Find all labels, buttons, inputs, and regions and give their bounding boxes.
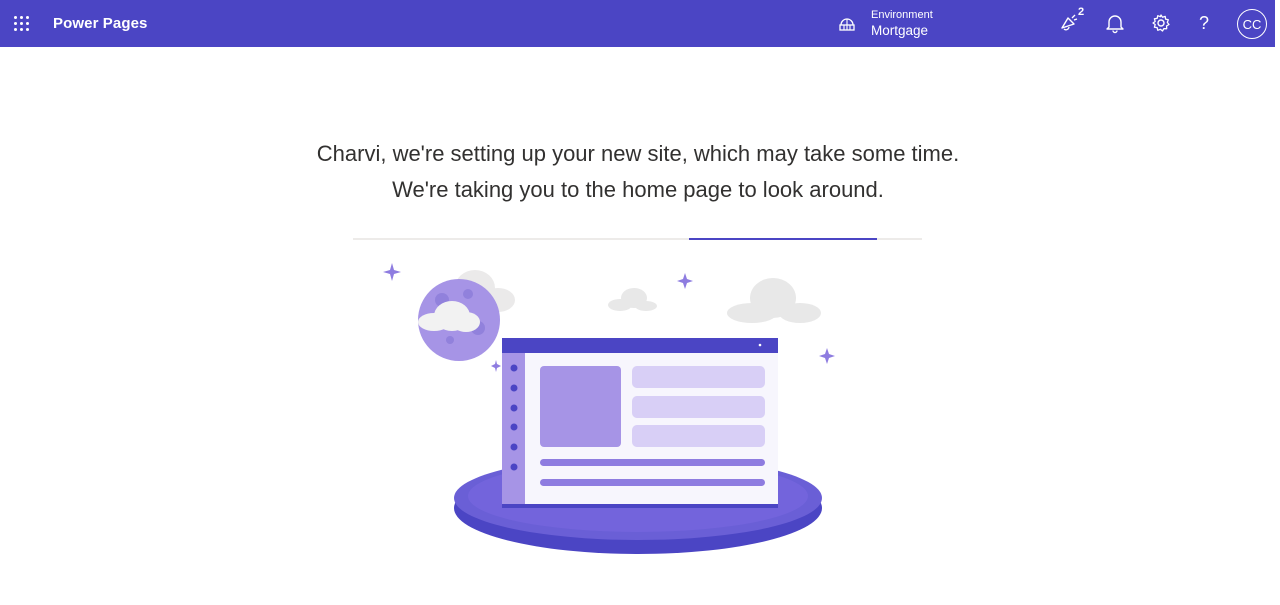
app-launcher-icon[interactable]	[14, 16, 30, 32]
user-avatar[interactable]: CC	[1237, 9, 1267, 39]
whats-new-icon[interactable]	[1058, 12, 1080, 34]
setup-message: Charvi, we're setting up your new site, …	[0, 136, 1276, 208]
browser-window-icon	[502, 338, 778, 508]
sparkle-icon	[819, 348, 835, 364]
moon-icon	[418, 279, 500, 361]
environment-name: Mortgage	[871, 23, 929, 39]
setup-message-line-2: We're taking you to the home page to loo…	[392, 177, 884, 202]
environment-switcher[interactable]: Environment Mortgage	[838, 5, 933, 43]
cloud-icon	[727, 278, 821, 323]
cloud-icon	[608, 288, 657, 311]
help-icon[interactable]: ?	[1199, 13, 1209, 34]
top-bar: Power Pages Environment Mortgage 2 ? CC	[0, 0, 1280, 47]
environment-icon	[839, 18, 855, 31]
sparkle-icon	[383, 263, 401, 281]
notification-count-badge: 2	[1078, 6, 1085, 18]
environment-label: Environment	[871, 9, 933, 22]
site-setup-illustration	[383, 263, 835, 554]
sparkle-icon	[677, 273, 693, 289]
sparkle-icon	[491, 360, 501, 372]
setup-message-line-1: Charvi, we're setting up your new site, …	[316, 141, 960, 166]
progress-indicator	[689, 238, 877, 240]
app-title[interactable]: Power Pages	[53, 15, 147, 32]
notification-bell-icon[interactable]	[1104, 12, 1126, 34]
window-edge	[1275, 0, 1280, 47]
settings-gear-icon[interactable]	[1150, 12, 1172, 34]
